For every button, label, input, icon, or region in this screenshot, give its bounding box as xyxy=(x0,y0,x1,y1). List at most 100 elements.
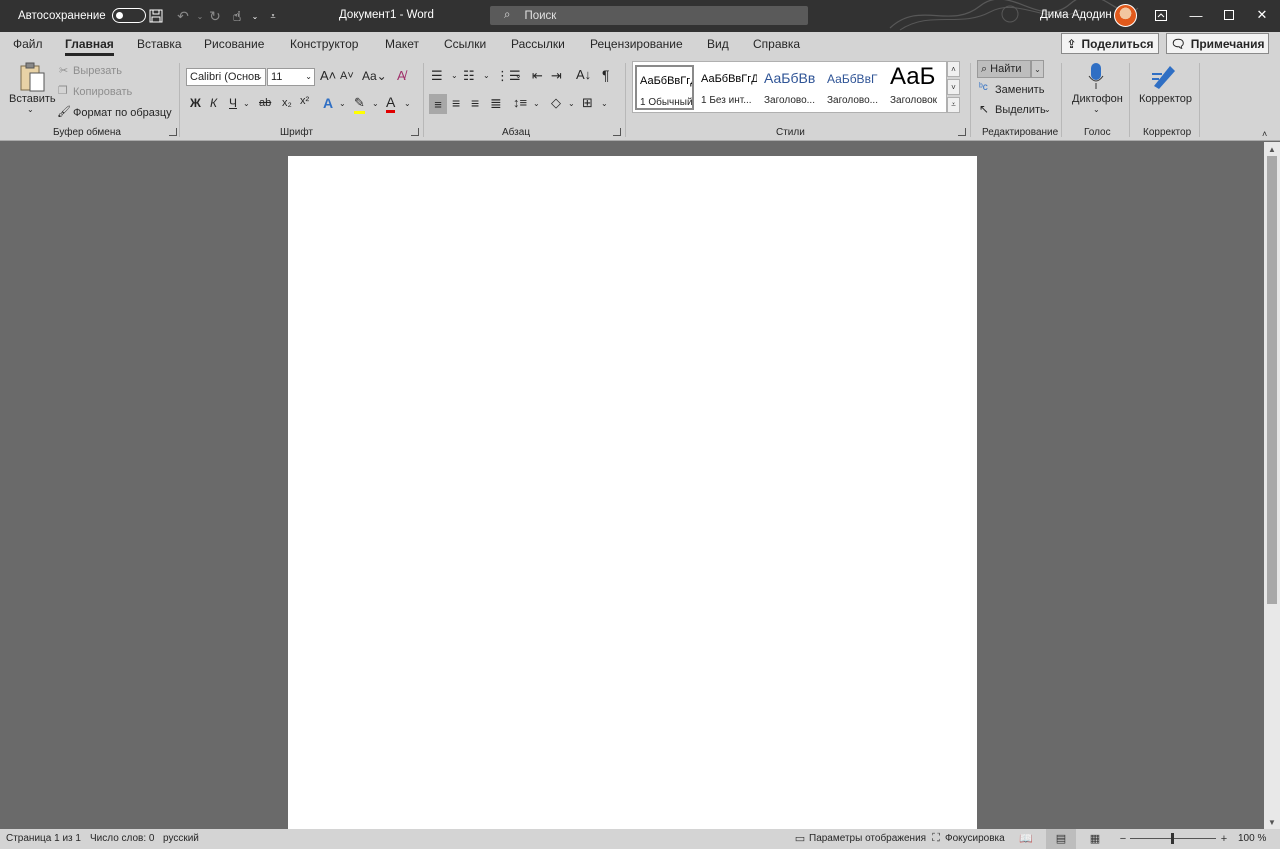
borders-icon[interactable]: ⊞ xyxy=(582,95,593,111)
numbering-dropdown-icon[interactable]: ⌄ xyxy=(483,71,490,80)
search-box[interactable]: ⌕ Поиск xyxy=(490,6,808,25)
align-center-icon[interactable]: ≡ xyxy=(452,95,460,111)
styles-launcher-icon[interactable] xyxy=(958,128,966,136)
autosave-toggle[interactable] xyxy=(111,8,146,23)
vertical-scrollbar[interactable]: ▲ ▼ xyxy=(1264,142,1280,829)
collapse-ribbon-icon[interactable]: ˄ xyxy=(1262,129,1267,139)
ribbon-display-options-icon[interactable] xyxy=(1152,6,1170,24)
replace-icon[interactable]: ᵇc xyxy=(979,82,988,93)
redo-icon[interactable]: ↻ xyxy=(206,7,224,25)
italic-button[interactable]: К xyxy=(210,96,217,110)
styles-scroll-up-icon[interactable]: ˄ xyxy=(947,61,960,77)
document-page[interactable] xyxy=(288,156,977,829)
tab-layout[interactable]: Макет xyxy=(385,37,419,51)
find-button[interactable]: ⌕ Найти xyxy=(977,60,1031,78)
shading-icon[interactable]: ◇ xyxy=(551,95,561,111)
font-size-select[interactable]: 11 ⌄ xyxy=(267,68,315,86)
comments-button[interactable]: 🗨 Примечания xyxy=(1166,33,1269,54)
bullets-icon[interactable]: ☰ xyxy=(431,68,443,84)
share-button[interactable]: ⇪ Поделиться xyxy=(1061,33,1159,54)
strikethrough-button[interactable]: ab xyxy=(259,97,271,109)
styles-scroll-down-icon[interactable]: ˅ xyxy=(947,79,960,95)
tab-home[interactable]: Главная xyxy=(65,37,114,56)
font-launcher-icon[interactable] xyxy=(411,128,419,136)
align-right-icon[interactable]: ≡ xyxy=(471,95,479,111)
styles-more-icon[interactable]: ⩡ xyxy=(947,97,960,113)
tab-file[interactable]: Файл xyxy=(13,37,43,51)
touch-mode-icon[interactable]: ☝ xyxy=(228,7,246,25)
editor-button[interactable]: Корректор xyxy=(1139,93,1192,105)
grow-font-icon[interactable]: A˄ xyxy=(320,68,336,83)
read-mode-icon[interactable]: 📖 xyxy=(1019,832,1033,845)
format-painter-icon[interactable]: 🖌 xyxy=(57,105,71,118)
tab-review[interactable]: Рецензирование xyxy=(590,37,683,51)
font-family-select[interactable]: Calibri (Основ ⌄ xyxy=(186,68,266,86)
save-icon[interactable] xyxy=(147,7,165,25)
print-layout-icon[interactable]: ▤ xyxy=(1054,832,1068,845)
close-icon[interactable]: ✕ xyxy=(1253,6,1271,24)
dictate-button[interactable]: Диктофон xyxy=(1072,93,1123,105)
editor-pen-icon[interactable] xyxy=(1149,61,1179,91)
justify-icon[interactable]: ≣ xyxy=(490,95,502,112)
tab-references[interactable]: Ссылки xyxy=(444,37,486,51)
highlight-dropdown-icon[interactable]: ⌄ xyxy=(372,99,379,108)
change-case-icon[interactable]: Aa⌄ xyxy=(362,69,387,83)
numbering-icon[interactable]: ☷ xyxy=(463,68,475,84)
paste-button[interactable]: Вставить xyxy=(9,93,56,105)
style-item[interactable]: АаБбВвГ Заголово... xyxy=(824,65,883,110)
scrollbar-thumb[interactable] xyxy=(1267,156,1277,604)
copy-button[interactable]: Копировать xyxy=(73,86,132,98)
zoom-level[interactable]: 100 % xyxy=(1238,833,1266,844)
dictate-dropdown-icon[interactable]: ⌄ xyxy=(1093,105,1100,114)
paste-icon[interactable] xyxy=(18,61,46,93)
style-item[interactable]: АаБбВвГгД 1 Без инт... xyxy=(698,65,757,110)
superscript-icon[interactable]: x² xyxy=(300,95,309,107)
undo-icon[interactable]: ↶ xyxy=(174,7,192,25)
page-count[interactable]: Страница 1 из 1 xyxy=(6,833,81,844)
display-settings-button[interactable]: Параметры отображения xyxy=(809,833,926,844)
underline-dropdown-icon[interactable]: ⌄ xyxy=(243,99,250,108)
highlight-icon[interactable]: ✎ xyxy=(354,95,365,114)
text-effects-dropdown-icon[interactable]: ⌄ xyxy=(339,99,346,108)
style-item[interactable]: АаБбВвГгД 1 Обычный xyxy=(635,65,694,110)
clear-formatting-icon[interactable]: A̸ xyxy=(397,68,406,83)
bold-button[interactable]: Ж xyxy=(190,96,201,110)
borders-dropdown-icon[interactable]: ⌄ xyxy=(601,99,608,108)
replace-button[interactable]: Заменить xyxy=(995,84,1044,96)
microphone-icon[interactable] xyxy=(1085,61,1107,91)
line-spacing-icon[interactable]: ↕≡ xyxy=(513,95,527,110)
word-count[interactable]: Число слов: 0 xyxy=(90,833,154,844)
minimize-icon[interactable]: — xyxy=(1187,6,1205,24)
shading-dropdown-icon[interactable]: ⌄ xyxy=(568,99,575,108)
paragraph-launcher-icon[interactable] xyxy=(613,128,621,136)
language[interactable]: русский xyxy=(163,833,199,844)
increase-indent-icon[interactable]: ⇥ xyxy=(551,68,562,84)
paste-dropdown-icon[interactable]: ⌄ xyxy=(27,105,34,114)
copy-icon[interactable]: ❐ xyxy=(58,84,68,97)
user-name[interactable]: Дима Адодин xyxy=(1040,9,1112,21)
bullets-dropdown-icon[interactable]: ⌄ xyxy=(451,71,458,80)
style-item[interactable]: АаБ Заголовок xyxy=(887,65,946,110)
scroll-up-icon[interactable]: ▲ xyxy=(1264,143,1280,155)
focus-button[interactable]: Фокусировка xyxy=(945,833,1005,844)
tab-mailings[interactable]: Рассылки xyxy=(511,37,565,51)
line-spacing-dropdown-icon[interactable]: ⌄ xyxy=(533,99,540,108)
zoom-out-icon[interactable]: − xyxy=(1116,832,1130,845)
select-dropdown-icon[interactable]: ⌄ xyxy=(1044,105,1051,114)
zoom-in-icon[interactable]: + xyxy=(1217,832,1231,845)
show-formatting-icon[interactable]: ¶ xyxy=(602,67,610,83)
cut-icon[interactable]: ✂ xyxy=(59,64,68,77)
format-painter-button[interactable]: Формат по образцу xyxy=(73,107,172,119)
tab-insert[interactable]: Вставка xyxy=(137,37,182,51)
font-color-dropdown-icon[interactable]: ⌄ xyxy=(404,99,411,108)
tab-design[interactable]: Конструктор xyxy=(290,37,358,51)
tab-view[interactable]: Вид xyxy=(707,37,729,51)
zoom-slider-thumb[interactable] xyxy=(1171,833,1174,844)
select-button[interactable]: Выделить xyxy=(995,104,1046,116)
shrink-font-icon[interactable]: A˅ xyxy=(340,70,354,82)
tab-help[interactable]: Справка xyxy=(753,37,800,51)
scroll-down-icon[interactable]: ▼ xyxy=(1264,816,1280,828)
select-icon[interactable]: ↖ xyxy=(979,102,989,116)
text-effects-icon[interactable]: A xyxy=(323,95,333,111)
cut-button[interactable]: Вырезать xyxy=(73,65,122,77)
